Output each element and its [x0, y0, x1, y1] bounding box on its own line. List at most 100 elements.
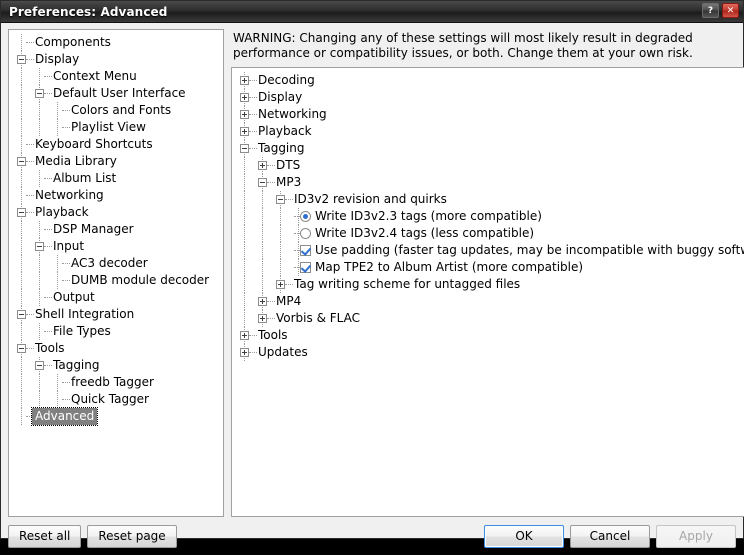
tree-guide-line [57, 119, 59, 136]
tree-guide-line [39, 119, 41, 136]
tree-item[interactable]: Write ID3v2.4 tags (less compatible) [232, 225, 744, 242]
collapse-icon[interactable] [35, 242, 44, 251]
tree-guide-line [57, 391, 59, 408]
tree-item[interactable]: Keyboard Shortcuts [9, 136, 223, 153]
tree-guide-line [21, 34, 23, 51]
tree-item[interactable]: Tag writing scheme for untagged files [232, 276, 744, 293]
tree-item[interactable]: Advanced [9, 408, 223, 425]
tree-item[interactable]: Components [9, 34, 223, 51]
tree-item[interactable]: Tools [232, 327, 744, 344]
tree-item[interactable]: Context Menu [9, 68, 223, 85]
preferences-category-tree[interactable]: ComponentsDisplayContext MenuDefault Use… [8, 29, 224, 517]
tree-connector [44, 76, 52, 78]
collapse-icon[interactable] [17, 310, 26, 319]
collapse-icon[interactable] [258, 178, 267, 187]
collapse-icon[interactable] [35, 361, 44, 370]
radio-button[interactable] [300, 211, 311, 222]
tree-item[interactable]: Tagging [9, 357, 223, 374]
tree-item[interactable]: MP3 [232, 174, 744, 191]
tree-connector [26, 144, 34, 146]
dialog-footer: Reset all Reset page OK Cancel Apply [1, 517, 743, 555]
checkbox[interactable] [300, 245, 311, 256]
expand-icon[interactable] [240, 331, 249, 340]
reset-all-button[interactable]: Reset all [8, 525, 81, 548]
tree-guide-line [21, 136, 23, 153]
tree-connector [249, 114, 257, 116]
tree-item[interactable]: Media Library [9, 153, 223, 170]
tree-item-label: Advanced [32, 408, 97, 425]
expand-icon[interactable] [258, 297, 267, 306]
tree-guide-line [21, 289, 23, 306]
reset-page-button[interactable]: Reset page [87, 525, 176, 548]
tree-guide-line [262, 242, 264, 259]
tree-item[interactable]: DTS [232, 157, 744, 174]
tree-item-label: MP3 [275, 174, 301, 191]
tree-item[interactable]: Networking [232, 106, 744, 123]
tree-connector [249, 352, 257, 354]
tree-item[interactable]: Networking [9, 187, 223, 204]
expand-icon[interactable] [240, 127, 249, 136]
tree-item[interactable]: Default User Interface [9, 85, 223, 102]
tree-item[interactable]: MP4 [232, 293, 744, 310]
tree-item[interactable]: Updates [232, 344, 744, 361]
expand-icon[interactable] [258, 314, 267, 323]
tree-item[interactable]: Display [9, 51, 223, 68]
tree-guide-line [262, 276, 264, 293]
tree-item-label: freedb Tagger [70, 374, 154, 391]
apply-button[interactable]: Apply [656, 525, 736, 548]
tree-item[interactable]: Use padding (faster tag updates, may be … [232, 242, 744, 259]
tree-item[interactable]: File Types [9, 323, 223, 340]
tree-connector [267, 318, 275, 320]
tree-item[interactable]: Album List [9, 170, 223, 187]
ok-button[interactable]: OK [484, 525, 564, 548]
radio-button[interactable] [300, 228, 311, 239]
expand-icon[interactable] [240, 110, 249, 119]
tree-item[interactable]: Input [9, 238, 223, 255]
expand-icon[interactable] [240, 76, 249, 85]
window-controls: ? ✕ [702, 3, 739, 18]
tree-item[interactable]: Playback [232, 123, 744, 140]
tree-item[interactable]: AC3 decoder [9, 255, 223, 272]
tree-item[interactable]: Tools [9, 340, 223, 357]
collapse-icon[interactable] [276, 195, 285, 204]
tree-item[interactable]: Colors and Fonts [9, 102, 223, 119]
tree-item[interactable]: Tagging [232, 140, 744, 157]
tree-item[interactable]: Map TPE2 to Album Artist (more compatibl… [232, 259, 744, 276]
tree-item[interactable]: DUMB module decoder [9, 272, 223, 289]
tree-guide-line [280, 208, 282, 225]
tree-item-label: Networking [34, 187, 104, 204]
tree-item[interactable]: Vorbis & FLAC [232, 310, 744, 327]
tree-item[interactable]: Display [232, 89, 744, 106]
checkbox[interactable] [300, 262, 311, 273]
tree-item[interactable]: Playback [9, 204, 223, 221]
expand-icon[interactable] [240, 348, 249, 357]
tree-guide-line [262, 208, 264, 225]
collapse-icon[interactable] [240, 144, 249, 153]
tree-guide-line [39, 323, 41, 340]
tree-item[interactable]: ID3v2 revision and quirks [232, 191, 744, 208]
help-button[interactable]: ? [702, 3, 719, 18]
tree-guide-line [21, 374, 23, 391]
advanced-settings-tree[interactable]: DecodingDisplayNetworkingPlaybackTagging… [231, 67, 744, 517]
collapse-icon[interactable] [17, 55, 26, 64]
tree-guide-line [244, 276, 246, 293]
tree-item[interactable]: freedb Tagger [9, 374, 223, 391]
collapse-icon[interactable] [17, 344, 26, 353]
tree-item[interactable]: Decoding [232, 72, 744, 89]
tree-item[interactable]: Quick Tagger [9, 391, 223, 408]
tree-item-label: Keyboard Shortcuts [34, 136, 153, 153]
tree-item[interactable]: Write ID3v2.3 tags (more compatible) [232, 208, 744, 225]
collapse-icon[interactable] [35, 89, 44, 98]
expand-icon[interactable] [276, 280, 285, 289]
tree-item[interactable]: DSP Manager [9, 221, 223, 238]
expand-icon[interactable] [258, 161, 267, 170]
tree-item-label: Output [52, 289, 95, 306]
tree-item[interactable]: Output [9, 289, 223, 306]
close-button[interactable]: ✕ [722, 3, 739, 18]
expand-icon[interactable] [240, 93, 249, 102]
cancel-button[interactable]: Cancel [570, 525, 650, 548]
collapse-icon[interactable] [17, 157, 26, 166]
collapse-icon[interactable] [17, 208, 26, 217]
tree-item[interactable]: Shell Integration [9, 306, 223, 323]
tree-item[interactable]: Playlist View [9, 119, 223, 136]
